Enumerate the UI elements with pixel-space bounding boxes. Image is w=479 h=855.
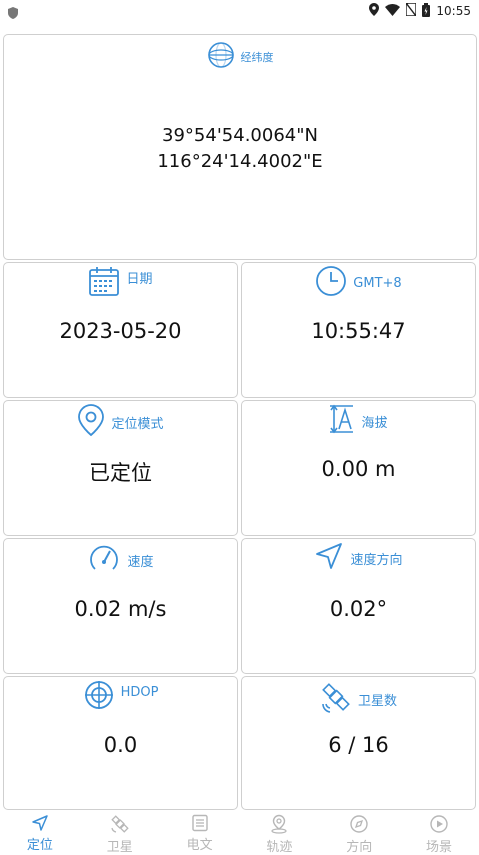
speed-value: 0.02 m/s — [74, 597, 167, 621]
time-value: 10:55:47 — [311, 319, 406, 343]
altitude-value: 0.00 m — [321, 457, 396, 481]
globe-icon — [207, 41, 235, 73]
satellite-icon — [110, 814, 130, 836]
latitude-value: 39°54'54.0064"N — [162, 125, 318, 146]
satellites-value: 6 / 16 — [328, 733, 389, 757]
fix-mode-card: 定位模式 已定位 — [3, 400, 238, 536]
status-bar: 10:55 — [0, 0, 479, 22]
clock-icon — [315, 265, 347, 301]
bottom-tab-bar: 定位 卫星 电文 轨迹 方向 场景 — [0, 808, 479, 855]
satellite-icon — [320, 679, 352, 719]
navigation-arrow-icon — [314, 541, 344, 575]
tab-direction-label: 方向 — [346, 840, 373, 855]
fix-mode-header: 定位模式 — [4, 403, 237, 441]
location-pin-icon — [77, 403, 105, 441]
satellites-header: 卫星数 — [242, 679, 475, 719]
compass-icon — [349, 814, 369, 836]
tab-positioning[interactable]: 定位 — [0, 808, 80, 853]
tab-message[interactable]: 电文 — [160, 808, 240, 853]
date-card: 日期 2023-05-20 — [3, 262, 238, 398]
time-header: GMT+8 — [242, 265, 475, 301]
document-icon — [191, 814, 209, 834]
heading-card: 速度方向 0.02° — [241, 538, 476, 674]
tab-satellite[interactable]: 卫星 — [80, 808, 160, 855]
hdop-card: HDOP 0.0 — [3, 676, 238, 810]
satellites-label: 卫星数 — [357, 693, 397, 709]
speedometer-icon — [87, 541, 121, 579]
map-pin-icon — [269, 814, 289, 836]
shield-icon — [8, 4, 18, 23]
tab-direction[interactable]: 方向 — [319, 808, 399, 855]
altitude-label: 海拔 — [361, 415, 388, 431]
tab-track-label: 轨迹 — [266, 840, 293, 855]
tab-positioning-label: 定位 — [26, 838, 53, 853]
status-icons: 10:55 — [369, 2, 471, 20]
tab-satellite-label: 卫星 — [106, 840, 133, 855]
time-card: GMT+8 10:55:47 — [241, 262, 476, 398]
altitude-icon — [329, 403, 355, 439]
hdop-value: 0.0 — [103, 733, 138, 757]
coordinates-card: 经纬度 39°54'54.0064"N 116°24'14.4002"E — [3, 34, 477, 260]
heading-label: 速度方向 — [350, 552, 403, 568]
fix-mode-value: 已定位 — [89, 461, 152, 485]
tab-track[interactable]: 轨迹 — [239, 808, 319, 855]
satellites-card: 卫星数 6 / 16 — [241, 676, 476, 810]
speed-label: 速度 — [127, 554, 154, 570]
speed-header: 速度 — [4, 541, 237, 579]
navigation-arrow-icon — [31, 814, 49, 834]
date-label: 日期 — [126, 271, 153, 287]
fix-mode-label: 定位模式 — [111, 416, 164, 432]
tab-message-label: 电文 — [186, 838, 213, 853]
longitude-value: 116°24'14.4002"E — [157, 151, 323, 172]
wifi-icon — [385, 3, 401, 19]
altitude-card: 海拔 0.00 m — [241, 400, 476, 536]
play-icon — [429, 814, 449, 836]
coordinates-label: 经纬度 — [240, 51, 274, 64]
date-value: 2023-05-20 — [59, 319, 182, 343]
heading-header: 速度方向 — [242, 541, 475, 575]
date-header: 日期 — [4, 265, 237, 301]
crosshair-icon — [83, 679, 115, 715]
speed-card: 速度 0.02 m/s — [3, 538, 238, 674]
tab-scene[interactable]: 场景 — [399, 808, 479, 855]
heading-value: 0.02° — [329, 597, 388, 621]
battery-icon — [422, 2, 431, 20]
altitude-header: 海拔 — [242, 403, 475, 439]
no-sim-icon — [405, 2, 418, 19]
location-icon — [369, 3, 380, 19]
coordinates-header: 经纬度 — [4, 41, 476, 73]
calendar-icon — [88, 265, 120, 301]
status-time: 10:55 — [436, 4, 471, 18]
timezone-label: GMT+8 — [353, 275, 402, 291]
hdop-header: HDOP — [4, 679, 237, 715]
hdop-label: HDOP — [120, 684, 159, 700]
tab-scene-label: 场景 — [426, 840, 453, 855]
